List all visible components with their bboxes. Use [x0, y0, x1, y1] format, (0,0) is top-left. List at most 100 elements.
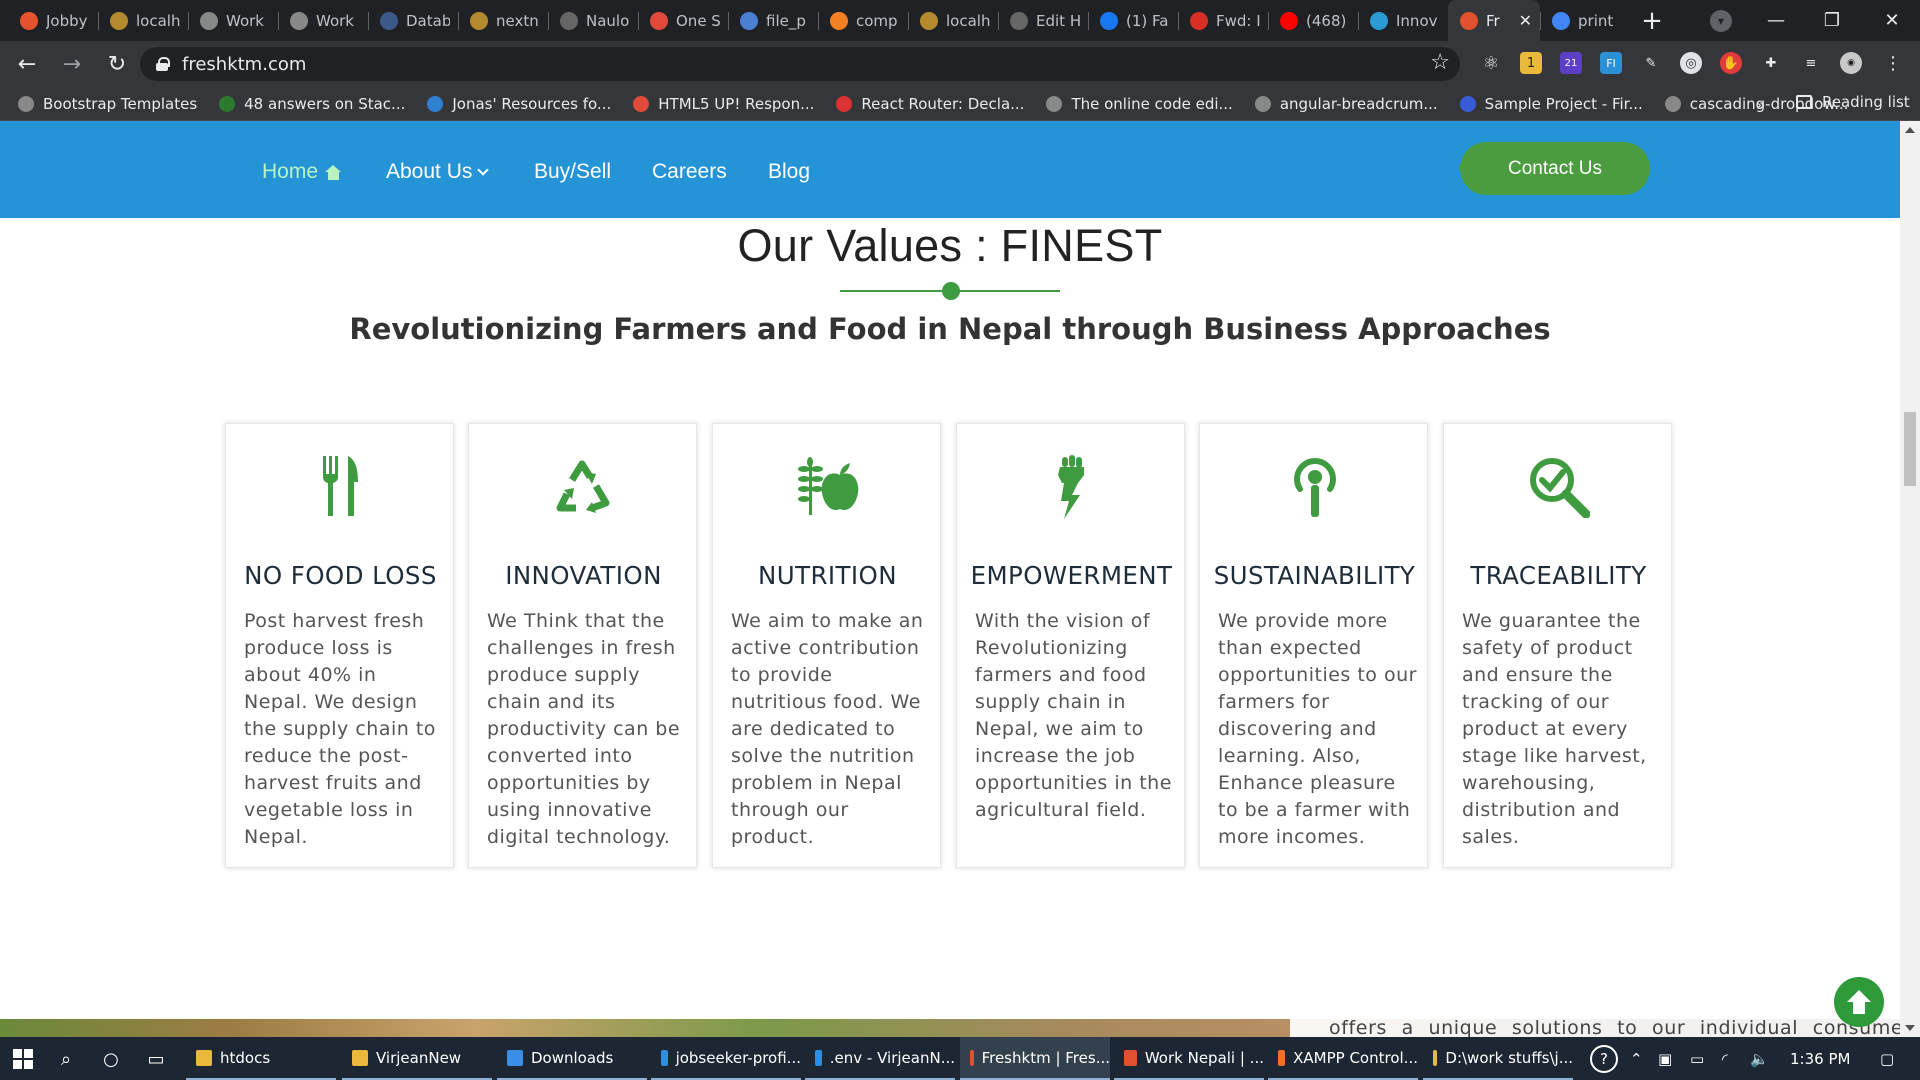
puzzle-icon[interactable]: ✚ — [1760, 52, 1782, 74]
bookmark-item[interactable]: The online code edi... — [1046, 95, 1233, 113]
bookmark-item[interactable]: angular-breadcrum... — [1254, 95, 1438, 113]
taskbar-app-label: Freshktm | Fres... — [981, 1048, 1110, 1067]
tab-favicon-icon — [20, 11, 38, 30]
taskbar-app[interactable]: Downloads — [497, 1037, 647, 1080]
recycle-icon — [469, 454, 698, 520]
back-icon[interactable]: ← — [9, 47, 45, 83]
tab-title: (468) — [1306, 11, 1347, 30]
tab-favicon-icon — [470, 11, 488, 30]
nav-about-us[interactable]: About Us — [386, 160, 490, 184]
browser-tab[interactable]: comp — [818, 0, 908, 41]
ring-extension-icon[interactable]: ◎ — [1680, 52, 1702, 74]
browser-tab[interactable]: Innov — [1358, 0, 1448, 41]
adblock-icon[interactable]: ✋ — [1720, 52, 1742, 74]
new-tab-button[interactable]: + — [1630, 0, 1674, 41]
scrollbar-thumb[interactable] — [1904, 412, 1916, 486]
browser-tab[interactable]: Edit H — [998, 0, 1088, 41]
meet-now-icon[interactable]: ▣ — [1658, 1037, 1672, 1080]
taskbar-app-icon — [1124, 1049, 1137, 1066]
search-icon[interactable]: ⌕ — [54, 1047, 78, 1071]
url-text[interactable]: freshktm.com — [182, 54, 306, 75]
tray-chevron-icon[interactable]: ⌃ — [1630, 1037, 1643, 1080]
reload-icon[interactable]: ↻ — [99, 47, 135, 83]
react-devtools-icon[interactable]: ⚛ — [1480, 52, 1502, 74]
page-scrollbar[interactable] — [1900, 121, 1920, 1037]
reading-list-button[interactable]: Reading list — [1796, 93, 1910, 111]
browser-tab[interactable]: Fr ✕ — [1448, 0, 1540, 41]
nav-home[interactable]: Home — [262, 160, 342, 184]
browser-tab[interactable]: Jobby — [8, 0, 98, 41]
taskbar-app[interactable]: Work Nepali | ... — [1114, 1037, 1264, 1080]
extension-badge-icon[interactable]: 1 — [1520, 52, 1542, 74]
browser-tab[interactable]: localh — [98, 0, 188, 41]
taskbar-app[interactable]: Freshktm | Fres... — [960, 1037, 1110, 1080]
bookmark-item[interactable]: 48 answers on Stac... — [219, 95, 405, 113]
help-icon[interactable]: ? — [1590, 1037, 1618, 1080]
profile-avatar[interactable]: ◉ — [1840, 52, 1862, 74]
bookmark-item[interactable]: HTML5 UP! Respon... — [633, 95, 814, 113]
browser-tab[interactable]: (1) Fa — [1088, 0, 1178, 41]
nav-buy-sell[interactable]: Buy/Sell — [534, 160, 611, 184]
taskbar-app-label: Work Nepali | ... — [1144, 1048, 1264, 1067]
clock[interactable]: 1:36 PM — [1790, 1037, 1850, 1080]
restore-icon[interactable]: ❐ — [1804, 0, 1860, 41]
bookmark-item[interactable]: Bootstrap Templates — [18, 95, 197, 113]
window-close-icon[interactable]: ✕ — [1864, 0, 1920, 41]
taskbar-app-label: VirjeanNew — [376, 1048, 462, 1067]
taskbar-app[interactable]: D:\work stuffs\j... — [1423, 1037, 1573, 1080]
bookmark-item[interactable]: Sample Project - Fir... — [1459, 95, 1643, 113]
pen-icon[interactable]: ✎ — [1640, 52, 1662, 74]
browser-tab[interactable]: One S — [638, 0, 728, 41]
scroll-up-icon[interactable] — [1905, 127, 1915, 133]
browser-tab[interactable]: print — [1540, 0, 1630, 41]
bookmark-item[interactable]: React Router: Decla... — [836, 95, 1024, 113]
tab-close-icon[interactable]: ✕ — [1519, 11, 1532, 30]
browser-tab[interactable]: Work — [278, 0, 368, 41]
wifi-icon[interactable]: ◜ — [1722, 1037, 1728, 1080]
scroll-down-icon[interactable] — [1905, 1025, 1915, 1031]
browser-tab[interactable]: localh — [908, 0, 998, 41]
menu-kebab-icon[interactable]: ⋮ — [1882, 52, 1904, 74]
browser-tab[interactable]: (468) — [1268, 0, 1358, 41]
bookmarks-overflow-icon[interactable]: » — [1756, 96, 1765, 114]
extension-counter-icon[interactable]: 21 — [1560, 52, 1582, 74]
tab-favicon-icon — [380, 11, 398, 30]
forward-icon[interactable]: → — [54, 47, 90, 83]
browser-tab[interactable]: Datab — [368, 0, 458, 41]
browser-tab[interactable]: Fwd: I — [1178, 0, 1268, 41]
card-text: We Think that the challenges in fresh pr… — [487, 610, 681, 848]
tab-favicon-icon — [1190, 11, 1208, 30]
page-viewport: Home About Us Buy/Sell Careers Blog Cont… — [0, 121, 1900, 1037]
extension-fi-icon[interactable]: FI — [1600, 52, 1622, 74]
taskbar-app[interactable]: VirjeanNew — [342, 1037, 492, 1080]
nav-blog[interactable]: Blog — [768, 160, 810, 184]
windows-start-icon[interactable] — [13, 1049, 33, 1069]
notification-icon[interactable]: ▢ — [1880, 1037, 1894, 1080]
divider-dot — [942, 282, 960, 300]
taskbar-app[interactable]: .env - VirjeanN... — [805, 1037, 955, 1080]
browser-tab[interactable]: Naulo — [548, 0, 638, 41]
browser-tab[interactable]: Work — [188, 0, 278, 41]
lock-icon[interactable] — [156, 57, 170, 71]
back-to-top-button[interactable] — [1834, 977, 1884, 1027]
task-view-icon[interactable]: ▭ — [144, 1047, 168, 1071]
taskbar-app[interactable]: htdocs — [186, 1037, 336, 1080]
search-check-icon — [1444, 454, 1673, 520]
taskbar-app[interactable]: XAMPP Control... — [1268, 1037, 1418, 1080]
address-bar[interactable]: freshktm.com ☆ — [140, 47, 1460, 81]
tab-title: comp — [856, 11, 898, 30]
taskbar-app-icon — [507, 1049, 523, 1066]
browser-tab[interactable]: nextn — [458, 0, 548, 41]
tab-search-icon[interactable]: ▾ — [1710, 10, 1732, 32]
battery-icon[interactable]: ▭ — [1690, 1037, 1704, 1080]
taskbar-app[interactable]: jobseeker-profi... — [651, 1037, 801, 1080]
nav-careers[interactable]: Careers — [652, 160, 727, 184]
cortana-icon[interactable]: ○ — [99, 1047, 123, 1071]
minimize-icon[interactable]: — — [1748, 0, 1804, 41]
media-control-icon[interactable]: ≡ — [1800, 52, 1822, 74]
bookmark-item[interactable]: Jonas' Resources fo... — [427, 95, 611, 113]
volume-icon[interactable]: 🔈 — [1750, 1037, 1769, 1080]
bookmark-star-icon[interactable]: ☆ — [1430, 50, 1450, 75]
browser-tab[interactable]: file_p — [728, 0, 818, 41]
contact-us-button[interactable]: Contact Us — [1460, 142, 1650, 195]
